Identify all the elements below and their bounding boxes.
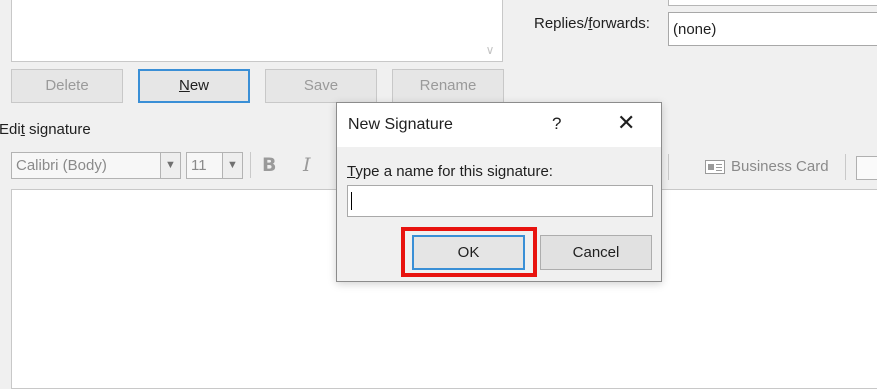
font-family-value: Calibri (Body) <box>16 157 107 174</box>
new-signature-dialog: New Signature ? ✕ Type a name for this s… <box>336 102 662 282</box>
chevron-down-icon[interactable]: ▼ <box>222 153 242 178</box>
font-size-select[interactable]: 11 ▼ <box>186 152 243 179</box>
toolbar-divider <box>845 154 846 180</box>
edit-signature-label: Edit signature <box>0 121 91 138</box>
new-button[interactable]: New <box>138 69 250 103</box>
ok-button[interactable]: OK <box>412 235 525 270</box>
bold-icon[interactable]: B <box>262 154 276 176</box>
replies-forwards-value: (none) <box>673 21 717 38</box>
text-caret <box>351 192 352 210</box>
toolbar-divider <box>250 152 251 178</box>
business-card-button[interactable]: Business Card <box>731 158 829 175</box>
replies-forwards-select[interactable]: (none) <box>668 12 877 46</box>
signature-name-prompt: Type a name for this signature: <box>347 163 553 180</box>
scroll-down-icon[interactable]: ∨ <box>484 44 496 56</box>
replies-forwards-label: Replies/forwards: <box>534 15 650 32</box>
new-messages-select[interactable] <box>668 0 877 6</box>
close-icon[interactable]: ✕ <box>617 112 635 134</box>
business-card-icon <box>705 160 725 174</box>
save-button[interactable]: Save <box>265 69 377 103</box>
signature-name-input[interactable] <box>347 185 653 217</box>
signature-list[interactable]: ∨ <box>11 0 503 62</box>
font-size-value: 11 <box>191 157 207 174</box>
font-family-select[interactable]: Calibri (Body) ▼ <box>11 152 181 179</box>
dialog-titlebar: New Signature ? ✕ <box>337 103 661 147</box>
italic-icon[interactable]: I <box>303 154 311 176</box>
rename-button[interactable]: Rename <box>392 69 504 103</box>
help-icon[interactable]: ? <box>552 114 561 134</box>
picture-icon[interactable] <box>856 156 877 180</box>
delete-button[interactable]: Delete <box>11 69 123 103</box>
dialog-title: New Signature <box>348 116 453 133</box>
toolbar-divider <box>668 154 669 180</box>
chevron-down-icon[interactable]: ▼ <box>160 153 180 178</box>
cancel-button[interactable]: Cancel <box>540 235 652 270</box>
